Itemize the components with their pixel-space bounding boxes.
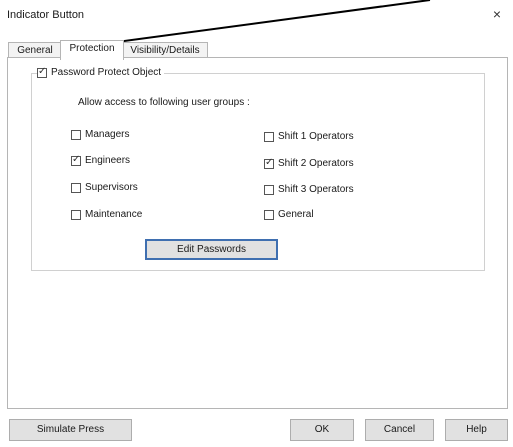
checkbox-box xyxy=(71,209,81,220)
window-title: Indicator Button xyxy=(7,9,85,21)
checkbox-box xyxy=(264,184,274,195)
checkbox-shift-2-operators[interactable]: Shift 2 Operators xyxy=(264,157,354,169)
groups-label: Allow access to following user groups : xyxy=(78,97,250,108)
close-icon[interactable]: × xyxy=(489,6,505,22)
password-protect-label: Password Protect Object xyxy=(51,67,162,78)
help-button[interactable]: Help xyxy=(445,419,508,441)
edit-passwords-button[interactable]: Edit Passwords xyxy=(145,239,278,260)
cancel-button[interactable]: Cancel xyxy=(365,419,434,441)
checkbox-label: Maintenance xyxy=(85,209,143,220)
checkbox-box xyxy=(71,182,81,193)
ok-button[interactable]: OK xyxy=(290,419,354,441)
checkbox-box xyxy=(37,66,47,78)
checkbox-label: Engineers xyxy=(85,155,131,166)
checkbox-shift-1-operators[interactable]: Shift 1 Operators xyxy=(264,131,354,142)
checkbox-label: Shift 2 Operators xyxy=(278,158,354,169)
checkbox-engineers[interactable]: Engineers xyxy=(71,154,131,166)
checkbox-label: Shift 3 Operators xyxy=(278,184,354,195)
checkbox-shift-3-operators[interactable]: Shift 3 Operators xyxy=(264,184,354,195)
checkbox-general[interactable]: General xyxy=(264,209,314,220)
tab-protection[interactable]: Protection xyxy=(60,40,124,60)
checkbox-label: General xyxy=(278,209,314,220)
password-protect-checkbox[interactable]: Password Protect Object xyxy=(37,66,165,78)
checkbox-box xyxy=(71,129,81,140)
checkbox-box xyxy=(264,157,274,169)
checkbox-box xyxy=(264,209,274,220)
checkbox-supervisors[interactable]: Supervisors xyxy=(71,182,138,193)
checkbox-label: Shift 1 Operators xyxy=(278,131,354,142)
checkbox-box xyxy=(71,154,81,166)
title-bar: Indicator Button × xyxy=(0,0,513,30)
checkbox-label: Managers xyxy=(85,129,130,140)
simulate-press-button[interactable]: Simulate Press xyxy=(9,419,132,441)
checkbox-managers[interactable]: Managers xyxy=(71,129,129,140)
checkbox-box xyxy=(264,131,274,142)
checkbox-maintenance[interactable]: Maintenance xyxy=(71,209,142,220)
checkbox-label: Supervisors xyxy=(85,182,138,193)
